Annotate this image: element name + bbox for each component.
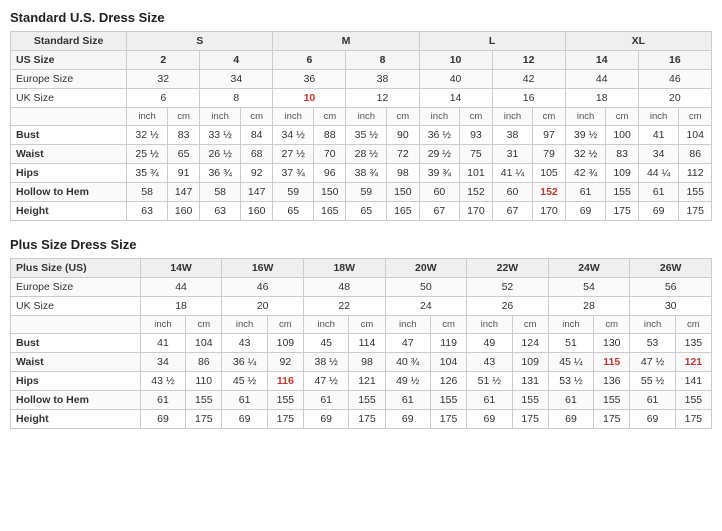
plus-table: Plus Size (US) 14W 16W 18W 20W 22W 24W 2… (10, 258, 712, 429)
unit-cm: cm (167, 108, 199, 126)
uk-12: 12 (346, 89, 419, 108)
hollow-hem-row: Hollow to Hem 58147 58147 59150 59150 60… (11, 183, 712, 202)
uk-size-row: UK Size 6 8 10 12 14 16 18 20 (11, 89, 712, 108)
unit-inch: inch (127, 108, 168, 126)
us-size-row: US Size 2 4 6 8 10 12 14 16 (11, 51, 712, 70)
standard-size-label: Standard Size (11, 32, 127, 51)
plus-26w: 26W (630, 259, 712, 278)
plus-uk-row: UK Size 18 20 22 24 26 28 30 (11, 297, 712, 316)
standard-title: Standard U.S. Dress Size (10, 10, 712, 25)
uk-10: 10 (273, 89, 346, 108)
us-size-header: US Size (11, 51, 127, 70)
standard-unit-row: inchcm inchcm inchcm inchcm inchcm inchc… (11, 108, 712, 126)
eu-40: 40 (419, 70, 492, 89)
europe-label: Europe Size (11, 70, 127, 89)
plus-16w: 16W (222, 259, 304, 278)
plus-hips-row: Hips 43 ½110 45 ½116 47 ½121 49 ½126 51 … (11, 372, 712, 391)
us-10: 10 (419, 51, 492, 70)
plus-18w: 18W (303, 259, 385, 278)
size-l: L (419, 32, 565, 51)
plus-size-label: Plus Size (US) (11, 259, 141, 278)
eu-32: 32 (127, 70, 200, 89)
plus-22w: 22W (467, 259, 549, 278)
eu-38: 38 (346, 70, 419, 89)
plus-20w: 20W (385, 259, 467, 278)
hips-row: Hips 35 ¾91 36 ¾92 37 ¾96 38 ¾98 39 ¾101… (11, 164, 712, 183)
bust-row: Bust 32 ½83 33 ½84 34 ½88 35 ½90 36 ½93 … (11, 126, 712, 145)
plus-size-group-row: Plus Size (US) 14W 16W 18W 20W 22W 24W 2… (11, 259, 712, 278)
height-row: Height 63160 63160 65165 65165 67170 671… (11, 202, 712, 221)
standard-size-group-row: Standard Size S M L XL (11, 32, 712, 51)
uk-label: UK Size (11, 89, 127, 108)
eu-46: 46 (638, 70, 711, 89)
size-m: M (273, 32, 419, 51)
us-8: 8 (346, 51, 419, 70)
eu-42: 42 (492, 70, 565, 89)
us-2: 2 (127, 51, 200, 70)
uk-8: 8 (200, 89, 273, 108)
us-6: 6 (273, 51, 346, 70)
plus-europe-row: Europe Size 44 46 48 50 52 54 56 (11, 278, 712, 297)
size-s: S (127, 32, 273, 51)
europe-size-row: Europe Size 32 34 36 38 40 42 44 46 (11, 70, 712, 89)
uk-6: 6 (127, 89, 200, 108)
plus-bust-row: Bust 41104 43109 45114 47119 49124 51130… (11, 334, 712, 353)
standard-table: Standard Size S M L XL US Size 2 4 6 8 1… (10, 31, 712, 221)
plus-height-row: Height 69175 69175 69175 69175 69175 691… (11, 410, 712, 429)
plus-24w: 24W (548, 259, 630, 278)
us-16: 16 (638, 51, 711, 70)
plus-title: Plus Size Dress Size (10, 237, 712, 252)
us-12: 12 (492, 51, 565, 70)
eu-44: 44 (565, 70, 638, 89)
us-4: 4 (200, 51, 273, 70)
uk-18: 18 (565, 89, 638, 108)
plus-hollow-hem-row: Hollow to Hem 61155 61155 61155 61155 61… (11, 391, 712, 410)
plus-uk-label: UK Size (11, 297, 141, 316)
plus-unit-row: inchcm inchcm inchcm inchcm inchcm inchc… (11, 316, 712, 334)
plus-14w: 14W (140, 259, 222, 278)
plus-waist-row: Waist 3486 36 ¼92 38 ½98 40 ¾104 43109 4… (11, 353, 712, 372)
uk-16: 16 (492, 89, 565, 108)
waist-row: Waist 25 ½65 26 ½68 27 ½70 28 ½72 29 ½75… (11, 145, 712, 164)
us-14: 14 (565, 51, 638, 70)
size-xl: XL (565, 32, 711, 51)
uk-20: 20 (638, 89, 711, 108)
eu-34: 34 (200, 70, 273, 89)
plus-europe-label: Europe Size (11, 278, 141, 297)
uk-14: 14 (419, 89, 492, 108)
eu-36: 36 (273, 70, 346, 89)
